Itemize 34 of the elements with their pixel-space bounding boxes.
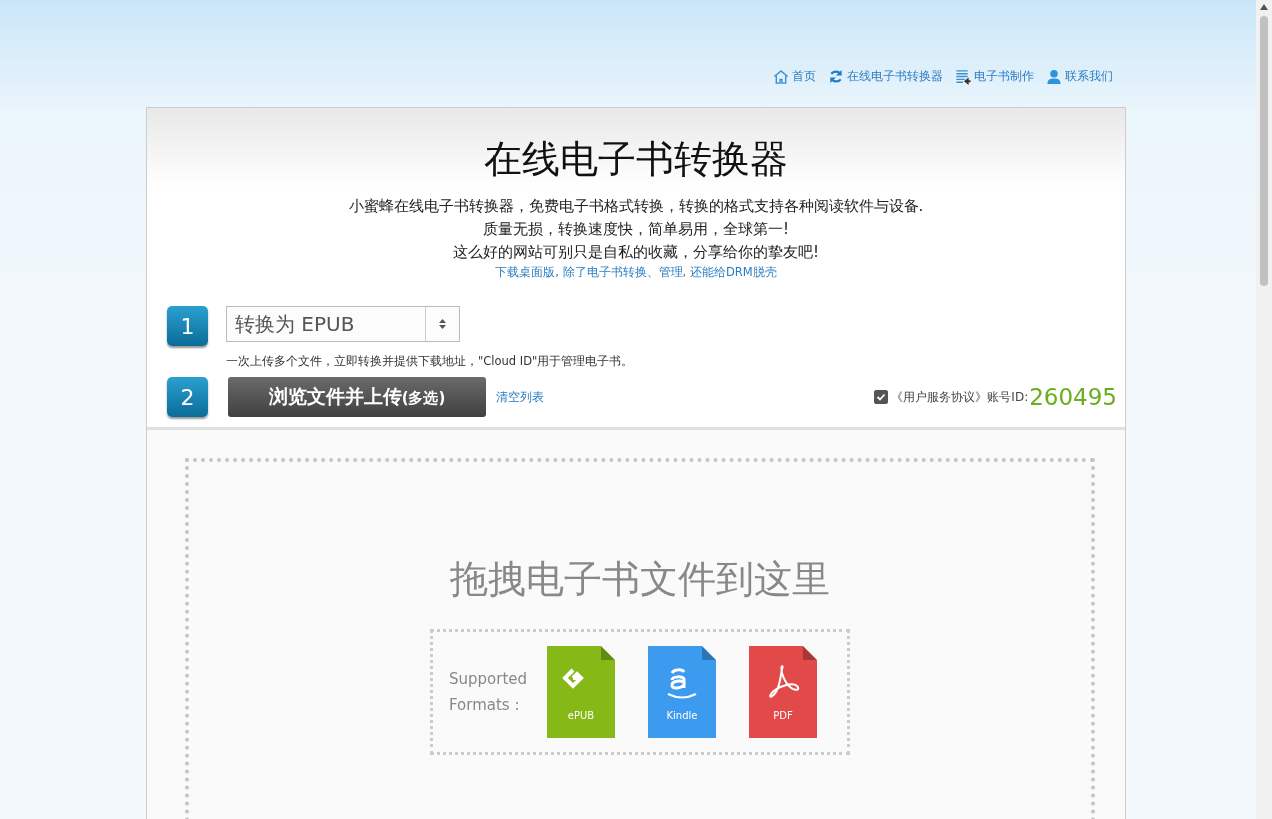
- clear-list-link[interactable]: 清空列表: [496, 388, 544, 406]
- description-text: 质量无损，转换速度快，简单易用，全球第一!: [483, 219, 789, 240]
- person-icon: [1046, 68, 1062, 85]
- step-number: 1: [167, 306, 208, 346]
- drop-zone[interactable]: 拖拽电子书文件到这里 Supported Formats : ePUB Kindle PDF: [185, 458, 1095, 819]
- scroll-up-arrow-icon[interactable]: [1260, 4, 1268, 10]
- refresh-icon: [828, 68, 844, 85]
- agreement-checkbox[interactable]: [874, 390, 889, 404]
- file-format-icon: Kindle: [648, 646, 716, 738]
- nav-link[interactable]: 首页: [773, 68, 816, 85]
- scrollbar-thumb[interactable]: [1260, 16, 1268, 286]
- sort-arrows-icon: [439, 319, 446, 329]
- nav-link[interactable]: 在线电子书转换器: [828, 68, 943, 85]
- format-select[interactable]: 转换为 EPUB: [226, 306, 460, 342]
- account-label: 账号ID:: [987, 388, 1029, 406]
- hint-text: 一次上传多个文件，立即转换并提供下载地址，"Cloud ID"用于管理电子书。: [226, 354, 634, 369]
- description-text: 这么好的网站可别只是自私的收藏，分享给你的挚友吧!: [453, 242, 819, 263]
- step-number: 2: [167, 377, 208, 417]
- agreement-link[interactable]: 《用户服务协议》: [891, 388, 988, 406]
- check-icon: [876, 392, 887, 402]
- drop-title: 拖拽电子书文件到这里: [450, 556, 830, 603]
- download-link[interactable]: 下载桌面版, 除了电子书转换、管理, 还能给DRM脱壳: [495, 265, 777, 280]
- description-text: 小蜜蜂在线电子书转换器，免费电子书格式转换，转换的格式支持各种阅读软件与设备.: [348, 196, 924, 217]
- nav-link[interactable]: 联系我们: [1046, 68, 1113, 85]
- nav-link[interactable]: 电子书制作: [955, 68, 1034, 85]
- document-icon: [955, 68, 971, 85]
- file-format-icon: ePUB: [547, 646, 615, 738]
- home-icon: [773, 68, 789, 85]
- file-format-icon: PDF: [749, 646, 817, 738]
- account-id: 260495: [1029, 384, 1117, 410]
- supported-formats-label: Supported Formats :: [449, 669, 529, 716]
- scrollbar[interactable]: [1256, 0, 1272, 819]
- upload-button[interactable]: 浏览文件并上传(多选): [228, 377, 486, 417]
- page-title: 在线电子书转换器: [484, 136, 788, 183]
